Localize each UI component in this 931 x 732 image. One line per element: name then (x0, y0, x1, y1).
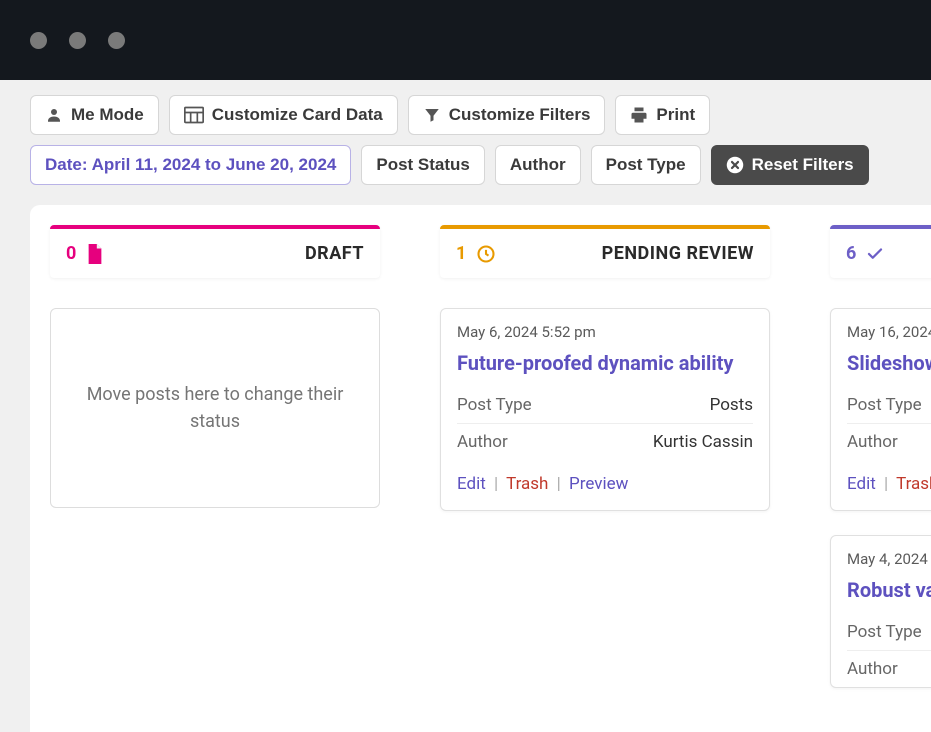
post-card[interactable]: May 16, 2024 Slideshow Post Type Author … (830, 308, 931, 511)
author-label: Author (457, 432, 508, 452)
separator: | (494, 474, 498, 494)
separator: | (884, 474, 888, 494)
card-row-post-type: Post Type Posts (457, 387, 753, 424)
post-type-value: Posts (710, 395, 753, 415)
me-mode-label: Me Mode (71, 105, 144, 125)
post-card[interactable]: May 4, 2024 Robust va Post Type Author (830, 535, 931, 688)
card-row-post-type: Post Type (847, 387, 931, 424)
card-title[interactable]: Slideshow (847, 351, 931, 375)
author-label: Author (847, 659, 898, 679)
card-date: May 4, 2024 (847, 550, 931, 568)
author-filter-label: Author (510, 155, 566, 175)
pending-title: PENDING REVIEW (602, 243, 754, 264)
me-mode-button[interactable]: Me Mode (30, 95, 159, 135)
reset-filters-button[interactable]: Reset Filters (711, 145, 869, 185)
card-row-author: Author (847, 651, 931, 687)
card-row-author: Author Kurtis Cassin (457, 424, 753, 460)
post-status-filter-button[interactable]: Post Status (361, 145, 485, 185)
post-type-label: Post Type (847, 395, 922, 415)
card-date: May 6, 2024 5:52 pm (457, 323, 753, 341)
author-value: Kurtis Cassin (653, 432, 753, 452)
kanban-board: 0 DRAFT Move posts here to change their … (50, 225, 931, 712)
print-icon (630, 106, 648, 124)
draft-drop-placeholder[interactable]: Move posts here to change their status (50, 308, 380, 508)
customize-filters-label: Customize Filters (449, 105, 591, 125)
column-draft: 0 DRAFT Move posts here to change their … (50, 225, 380, 712)
post-card[interactable]: May 6, 2024 5:52 pm Future-proofed dynam… (440, 308, 770, 511)
scheduled-count: 6 (846, 243, 856, 264)
window-header (0, 0, 931, 80)
document-icon (86, 244, 104, 264)
card-title[interactable]: Robust va (847, 578, 931, 602)
traffic-light-minimize[interactable] (69, 32, 86, 49)
date-filter-button[interactable]: Date: April 11, 2024 to June 20, 2024 (30, 145, 351, 185)
card-title[interactable]: Future-proofed dynamic ability (457, 351, 753, 375)
author-label: Author (847, 432, 898, 452)
card-row-author: Author (847, 424, 931, 460)
column-scheduled: 6 May 16, 2024 Slideshow Post Type Autho… (830, 225, 931, 712)
card-actions: Edit | Trash (831, 460, 931, 510)
edit-link[interactable]: Edit (847, 474, 876, 494)
card-date: May 16, 2024 (847, 323, 931, 341)
reset-filters-label: Reset Filters (752, 155, 854, 175)
placeholder-text: Move posts here to change their status (71, 381, 359, 435)
table-icon (184, 106, 204, 124)
author-filter-button[interactable]: Author (495, 145, 581, 185)
close-circle-icon (726, 156, 744, 174)
preview-link[interactable]: Preview (569, 474, 628, 494)
separator: | (557, 474, 561, 494)
user-icon (45, 106, 63, 124)
print-label: Print (656, 105, 695, 125)
column-pending: 1 PENDING REVIEW May 6, 2024 5:52 pm Fut… (440, 225, 770, 712)
post-status-label: Post Status (376, 155, 470, 175)
check-icon (866, 245, 884, 263)
board-container: 0 DRAFT Move posts here to change their … (30, 205, 931, 732)
card-actions: Edit | Trash | Preview (441, 460, 769, 510)
column-header-draft: 0 DRAFT (50, 225, 380, 278)
customize-filters-button[interactable]: Customize Filters (408, 95, 606, 135)
draft-title: DRAFT (305, 243, 364, 264)
post-type-label: Post Type (606, 155, 686, 175)
card-row-post-type: Post Type (847, 614, 931, 651)
draft-count: 0 (66, 243, 76, 264)
customize-card-button[interactable]: Customize Card Data (169, 95, 398, 135)
trash-link[interactable]: Trash (896, 474, 931, 494)
pending-count: 1 (456, 243, 466, 264)
customize-card-label: Customize Card Data (212, 105, 383, 125)
trash-link[interactable]: Trash (506, 474, 548, 494)
post-type-label: Post Type (847, 622, 922, 642)
print-button[interactable]: Print (615, 95, 710, 135)
clock-icon (476, 244, 496, 264)
column-header-pending: 1 PENDING REVIEW (440, 225, 770, 278)
post-type-filter-button[interactable]: Post Type (591, 145, 701, 185)
toolbar: Me Mode Customize Card Data Customize Fi… (0, 80, 931, 195)
traffic-light-close[interactable] (30, 32, 47, 49)
edit-link[interactable]: Edit (457, 474, 486, 494)
filter-icon (423, 106, 441, 124)
column-header-scheduled: 6 (830, 225, 931, 278)
post-type-label: Post Type (457, 395, 532, 415)
traffic-light-maximize[interactable] (108, 32, 125, 49)
date-filter-label: Date: April 11, 2024 to June 20, 2024 (45, 155, 336, 175)
